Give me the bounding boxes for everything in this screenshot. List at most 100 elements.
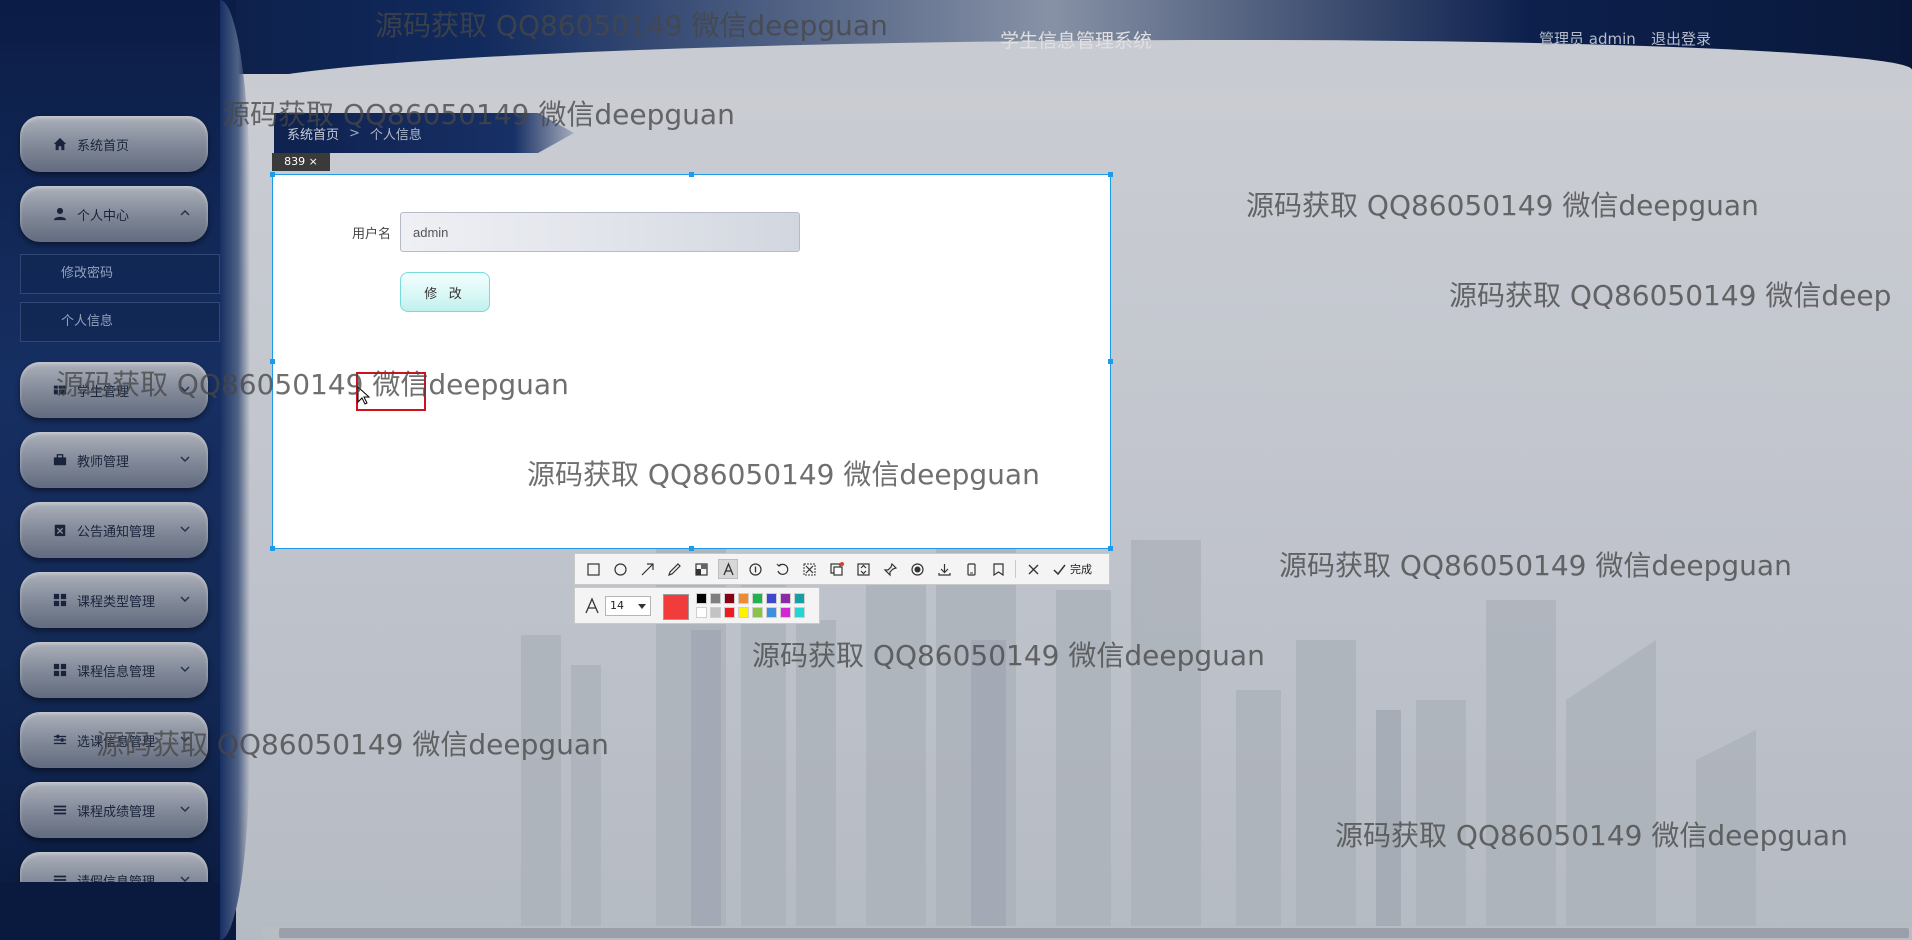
- breadcrumb-separator: >: [349, 125, 360, 141]
- color-swatch[interactable]: [724, 593, 735, 604]
- arrow-icon[interactable]: [637, 559, 657, 579]
- color-swatch[interactable]: [752, 607, 763, 618]
- download-icon[interactable]: [934, 559, 954, 579]
- submenu-item-personal-info[interactable]: 个人信息: [20, 302, 220, 342]
- dropdown-arrow-icon: [638, 604, 646, 609]
- system-title: 学生信息管理系统: [1000, 30, 1153, 52]
- color-swatch[interactable]: [794, 593, 805, 604]
- logout-link[interactable]: 退出登录: [1651, 28, 1711, 49]
- bookmark-icon[interactable]: [988, 559, 1008, 579]
- teacher-icon: [52, 452, 68, 468]
- sidebar-item-course-grades[interactable]: 课程成绩管理: [20, 782, 208, 838]
- sidebar-item-label: 课程成绩管理: [77, 804, 156, 820]
- sidebar-item-label: 系统首页: [77, 138, 130, 154]
- sidebar-item-personal-center[interactable]: 个人中心: [20, 186, 208, 242]
- sidebar-item-label: 课程类型管理: [77, 594, 156, 610]
- close-icon[interactable]: [1023, 559, 1043, 579]
- sidebar-item-label: 个人中心: [77, 208, 130, 224]
- breadcrumb-home-link[interactable]: 系统首页: [287, 124, 339, 143]
- sidebar-item-label: 公告通知管理: [77, 524, 156, 540]
- color-swatch[interactable]: [780, 607, 791, 618]
- toolbar-divider: [1015, 560, 1016, 578]
- undo-icon[interactable]: [772, 559, 792, 579]
- sidebar-bottom-fade: [0, 882, 236, 940]
- pin-icon[interactable]: [880, 559, 900, 579]
- chevron-down-icon: [180, 736, 190, 742]
- rectangle-icon[interactable]: [583, 559, 603, 579]
- chevron-down-icon: [180, 386, 190, 392]
- sidebar: 系统首页 个人中心 修改密码 个人信息 学生管理 教师管理 公告通知管理 课程类…: [0, 0, 236, 940]
- color-swatch[interactable]: [794, 607, 805, 618]
- color-swatch[interactable]: [696, 593, 707, 604]
- chevron-down-icon: [180, 526, 190, 532]
- resize-handle-top-right[interactable]: [1108, 172, 1113, 177]
- modify-button[interactable]: 修 改: [400, 272, 490, 312]
- sidebar-item-course-types[interactable]: 课程类型管理: [20, 572, 208, 628]
- screenshot-toolbar: 完成: [574, 553, 1110, 585]
- finish-button[interactable]: 完成: [1052, 561, 1092, 577]
- current-color-swatch[interactable]: [663, 594, 689, 620]
- horizontal-scrollbar-thumb[interactable]: [279, 928, 1909, 938]
- sidebar-curved-edge: [220, 0, 250, 940]
- color-swatch[interactable]: [766, 607, 777, 618]
- resize-handle-bottom-left[interactable]: [270, 546, 275, 551]
- scissors-icon[interactable]: [799, 559, 819, 579]
- color-swatch[interactable]: [710, 607, 721, 618]
- phone-icon[interactable]: [961, 559, 981, 579]
- pencil-icon[interactable]: [664, 559, 684, 579]
- username-input[interactable]: [400, 212, 800, 252]
- sidebar-item-course-selection[interactable]: 选课信息管理: [20, 712, 208, 768]
- username-label: 用户名: [351, 227, 391, 242]
- color-swatch[interactable]: [738, 607, 749, 618]
- scroll-capture-icon[interactable]: [853, 559, 873, 579]
- font-size-value: 14: [610, 599, 624, 612]
- number-icon[interactable]: [745, 559, 765, 579]
- text-options-bar: 14: [574, 587, 820, 624]
- color-swatch[interactable]: [724, 607, 735, 618]
- admin-user-label: 管理员 admin: [1539, 30, 1636, 48]
- resize-handle-left[interactable]: [270, 359, 275, 364]
- color-swatch[interactable]: [752, 593, 763, 604]
- color-swatch[interactable]: [780, 593, 791, 604]
- breadcrumb: 系统首页 > 个人信息: [274, 113, 574, 153]
- grid-icon: [52, 662, 68, 678]
- sidebar-item-teachers[interactable]: 教师管理: [20, 432, 208, 488]
- sidebar-item-course-info[interactable]: 课程信息管理: [20, 642, 208, 698]
- grid-icon: [52, 592, 68, 608]
- chevron-down-icon: [180, 456, 190, 462]
- font-icon: [585, 597, 599, 614]
- ellipse-icon[interactable]: [610, 559, 630, 579]
- mosaic-icon[interactable]: [691, 559, 711, 579]
- resize-handle-right[interactable]: [1108, 359, 1113, 364]
- home-icon: [52, 136, 68, 152]
- sidebar-item-students[interactable]: 学生管理: [20, 362, 208, 418]
- color-swatch[interactable]: [696, 607, 707, 618]
- chevron-down-icon: [180, 806, 190, 812]
- text-icon[interactable]: [718, 559, 738, 579]
- sidebar-item-label: 课程信息管理: [77, 664, 156, 680]
- color-swatch[interactable]: [766, 593, 777, 604]
- record-icon[interactable]: [907, 559, 927, 579]
- mouse-cursor-icon: [357, 386, 371, 405]
- color-swatch[interactable]: [710, 593, 721, 604]
- color-swatch[interactable]: [738, 593, 749, 604]
- finish-button-label: 完成: [1070, 563, 1092, 576]
- list-icon: [52, 802, 68, 818]
- sidebar-item-label: 教师管理: [77, 454, 130, 470]
- sidebar-item-home[interactable]: 系统首页: [20, 116, 208, 172]
- font-size-select[interactable]: 14: [605, 596, 651, 616]
- sidebar-item-label: 学生管理: [77, 384, 130, 400]
- submenu-item-change-password[interactable]: 修改密码: [20, 254, 220, 294]
- resize-handle-top-left[interactable]: [270, 172, 275, 177]
- capture-size-label: 839 × 375: [272, 153, 330, 186]
- clipboard-icon: [52, 522, 68, 538]
- sidebar-item-label: 选课信息管理: [77, 734, 156, 750]
- city-skyline-background: [521, 510, 1756, 940]
- sidebar-item-announcements[interactable]: 公告通知管理: [20, 502, 208, 558]
- ocr-icon[interactable]: [826, 559, 846, 579]
- resize-handle-top[interactable]: [689, 172, 694, 177]
- chevron-down-icon: [180, 596, 190, 602]
- resize-handle-bottom[interactable]: [689, 546, 694, 551]
- resize-handle-bottom-right[interactable]: [1108, 546, 1113, 551]
- table-icon: [52, 382, 68, 398]
